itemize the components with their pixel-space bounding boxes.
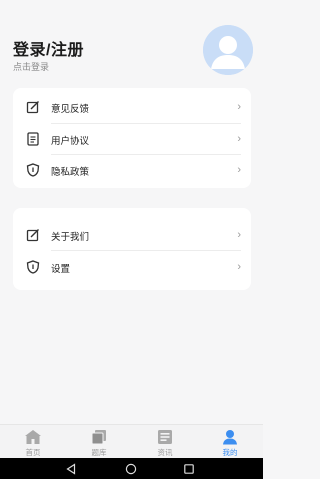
login-hint[interactable]: 点击登录 [13,60,49,73]
menu-item-label: 设置 [51,264,71,275]
bottom-tab-bar: 首页 题库 资讯 我的 [0,424,263,458]
back-icon[interactable] [65,463,77,475]
shield-icon [26,260,40,274]
menu-item-about-us[interactable]: 关于我们 › [13,220,251,250]
menu-item-settings[interactable]: 设置 › [13,252,251,282]
system-navigation-bar [0,458,263,479]
menu-item-label: 关于我们 [51,232,90,243]
tab-news[interactable]: 资讯 [132,425,198,459]
login-register-title[interactable]: 登录/注册 [13,36,84,60]
menu-item-label: 用户协议 [51,136,90,147]
chevron-right-icon: › [237,133,241,145]
shield-icon [26,163,40,177]
edit-icon [26,100,40,114]
avatar[interactable] [203,25,253,75]
menu-item-user-agreement[interactable]: 用户协议 › [13,124,251,154]
menu-card-secondary: 关于我们 › 设置 › [13,208,251,290]
home-icon [24,429,42,445]
recent-apps-icon[interactable] [183,463,195,475]
tab-home[interactable]: 首页 [0,425,66,459]
menu-item-privacy-policy[interactable]: 隐私政策 › [13,155,251,185]
question-bank-icon [90,429,108,445]
profile-header[interactable]: 登录/注册 点击登录 [0,0,263,86]
tab-label: 首页 [25,448,41,457]
divider [51,250,241,251]
tab-label: 题库 [91,448,107,457]
chevron-right-icon: › [237,164,241,176]
document-icon [26,132,40,146]
home-button-icon[interactable] [125,463,137,475]
chevron-right-icon: › [237,101,241,113]
menu-item-label: 隐私政策 [51,167,90,178]
profile-icon [221,429,239,445]
menu-card-primary: 意见反馈 › 用户协议 › 隐私政策 › [13,88,251,188]
news-icon [156,429,174,445]
edit-icon [26,228,40,242]
tab-profile[interactable]: 我的 [197,425,263,459]
chevron-right-icon: › [237,229,241,241]
tab-label: 我的 [222,448,238,457]
tab-question-bank[interactable]: 题库 [66,425,132,459]
chevron-right-icon: › [237,261,241,273]
tab-label: 资讯 [157,448,173,457]
menu-item-label: 意见反馈 [51,104,90,115]
user-avatar-icon [203,25,253,75]
menu-item-feedback[interactable]: 意见反馈 › [13,92,251,122]
